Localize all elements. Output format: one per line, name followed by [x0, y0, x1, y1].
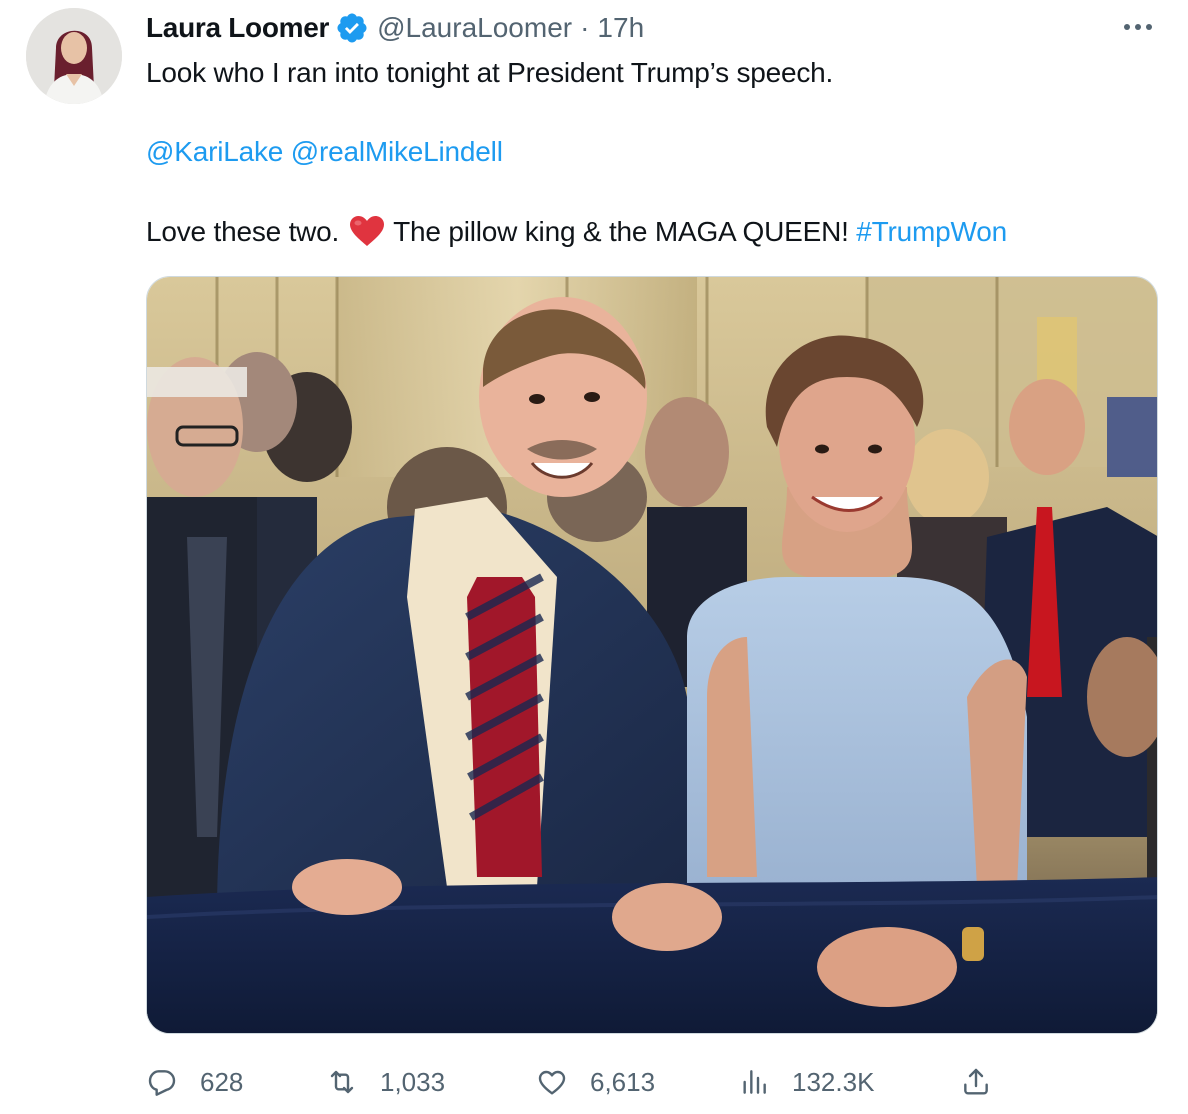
like-button[interactable]: 6,613 — [536, 1060, 655, 1104]
mention-link[interactable]: @KariLake — [146, 136, 283, 167]
more-options-button[interactable] — [1118, 12, 1158, 42]
photo-image — [147, 277, 1157, 1033]
views-count: 132.3K — [792, 1066, 875, 1097]
share-button[interactable] — [960, 1060, 992, 1104]
display-name[interactable]: Laura Loomer — [146, 12, 329, 44]
retweet-icon — [330, 1070, 354, 1094]
tweet-text: Love these two. — [146, 216, 340, 247]
avatar[interactable] — [26, 8, 122, 104]
views-icon — [743, 1070, 766, 1094]
retweet-button[interactable]: 1,033 — [326, 1060, 445, 1104]
reply-icon — [148, 1070, 176, 1096]
tweet-actions: 628 1,033 6,613 132.3K — [146, 1060, 1158, 1104]
red-heart-emoji-icon — [349, 215, 385, 247]
like-icon — [538, 1070, 566, 1095]
separator-dot: · — [580, 12, 590, 43]
tweet-text-line-3: Love these two. The pillow king & the MAG… — [146, 214, 1007, 250]
tweet-text: The pillow king & the MAGA QUEEN! — [393, 216, 849, 247]
avatar-image — [26, 8, 122, 104]
like-count: 6,613 — [590, 1066, 656, 1097]
tweet-text: Look who I ran into tonight at President… — [146, 57, 834, 88]
tweet-media-photo[interactable] — [146, 276, 1158, 1034]
tweet-text-line-1: Look who I ran into tonight at President… — [146, 55, 833, 91]
hashtag-link[interactable]: #TrumpWon — [856, 216, 1007, 247]
retweet-count: 1,033 — [380, 1066, 446, 1097]
reply-button[interactable]: 628 — [146, 1060, 243, 1104]
reply-count: 628 — [200, 1066, 244, 1097]
author-handle[interactable]: @LauraLoomer — [377, 12, 572, 44]
mention-link[interactable]: @realMikeLindell — [291, 136, 503, 167]
tweet-text-mentions: @KariLake @realMikeLindell — [146, 134, 503, 170]
tweet-header: Laura Loomer @LauraLoomer · 17h — [146, 10, 644, 46]
share-icon — [964, 1068, 988, 1095]
more-icon — [1124, 24, 1152, 30]
views-button[interactable]: 132.3K — [738, 1060, 874, 1104]
tweet-timestamp[interactable]: 17h — [597, 12, 644, 44]
verified-badge-icon — [335, 11, 369, 45]
tweet[interactable]: Laura Loomer @LauraLoomer · 17h Look who… — [0, 0, 1188, 1114]
